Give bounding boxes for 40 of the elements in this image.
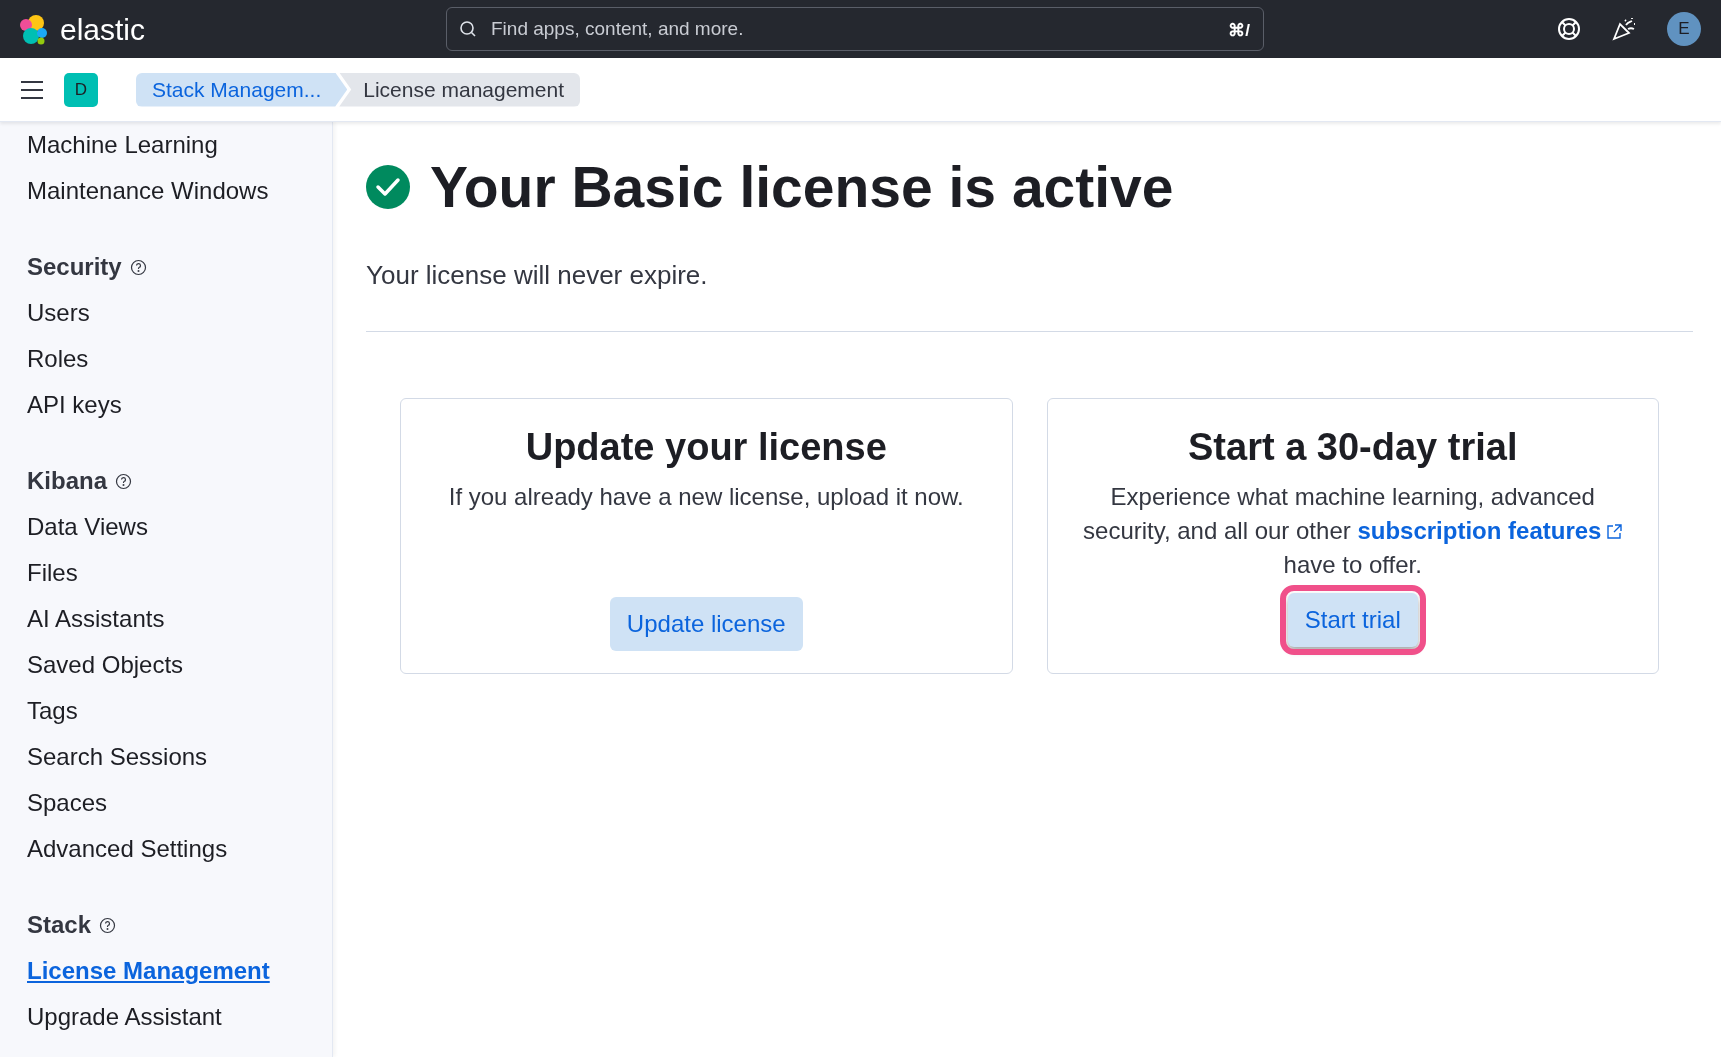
card-title: Update your license — [525, 425, 887, 470]
sidebar-item[interactable]: Data Views — [27, 504, 332, 550]
sidebar-item[interactable]: API keys — [27, 382, 332, 428]
sidebar-item[interactable]: Maintenance Windows — [27, 168, 332, 214]
menu-icon[interactable] — [20, 79, 44, 100]
party-popper-icon[interactable] — [1611, 16, 1637, 42]
help-icon[interactable] — [99, 916, 117, 934]
primary-button[interactable]: Update license — [609, 597, 803, 651]
breadcrumb-link[interactable]: Stack Managem... — [136, 72, 348, 107]
page-title: Your Basic license is active — [430, 154, 1174, 221]
sidebar-item[interactable]: Machine Learning — [27, 122, 332, 168]
card-title: Start a 30-day trial — [1188, 425, 1518, 470]
subscription-link[interactable]: subscription features — [1357, 514, 1623, 548]
space-avatar[interactable]: D — [64, 72, 98, 107]
sidebar-item[interactable]: Spaces — [27, 780, 332, 826]
sidebar-item[interactable]: Users — [27, 290, 332, 336]
help-icon[interactable] — [115, 472, 132, 490]
section-heading: Security — [27, 252, 122, 282]
sidebar-item[interactable]: Roles — [27, 336, 332, 382]
breadcrumb-current: License management — [339, 72, 581, 107]
section-heading: Kibana — [27, 466, 107, 496]
sidebar-item[interactable]: License Management — [27, 948, 332, 994]
sidebar-item[interactable]: Tags — [27, 688, 332, 734]
card-description: Experience what machine learning, advanced security, and all our other subscription features have to offer. — [1071, 480, 1634, 582]
sidebar-item[interactable]: Advanced Settings — [27, 826, 332, 872]
page-subtitle: Your license will never expire. — [366, 259, 709, 292]
sidebar-item[interactable]: Upgrade Assistant — [27, 994, 332, 1040]
search-icon — [459, 20, 477, 38]
avatar[interactable]: E — [1667, 12, 1701, 46]
sidebar-item[interactable]: Search Sessions — [27, 734, 332, 780]
sidebar-item[interactable]: Saved Objects — [27, 642, 332, 688]
logo-text[interactable]: elastic — [60, 6, 146, 52]
shortcut-hint: ⌘/ — [1228, 20, 1250, 42]
help-icon[interactable] — [129, 258, 147, 276]
sidebar-item[interactable]: AI Assistants — [27, 596, 332, 642]
check-icon — [366, 165, 410, 209]
sidebar-item[interactable]: Files — [27, 550, 332, 596]
section-heading: Stack — [27, 910, 92, 940]
card-description: If you already have a new license, upload it now. — [448, 482, 964, 512]
external-link-icon — [1607, 523, 1623, 539]
